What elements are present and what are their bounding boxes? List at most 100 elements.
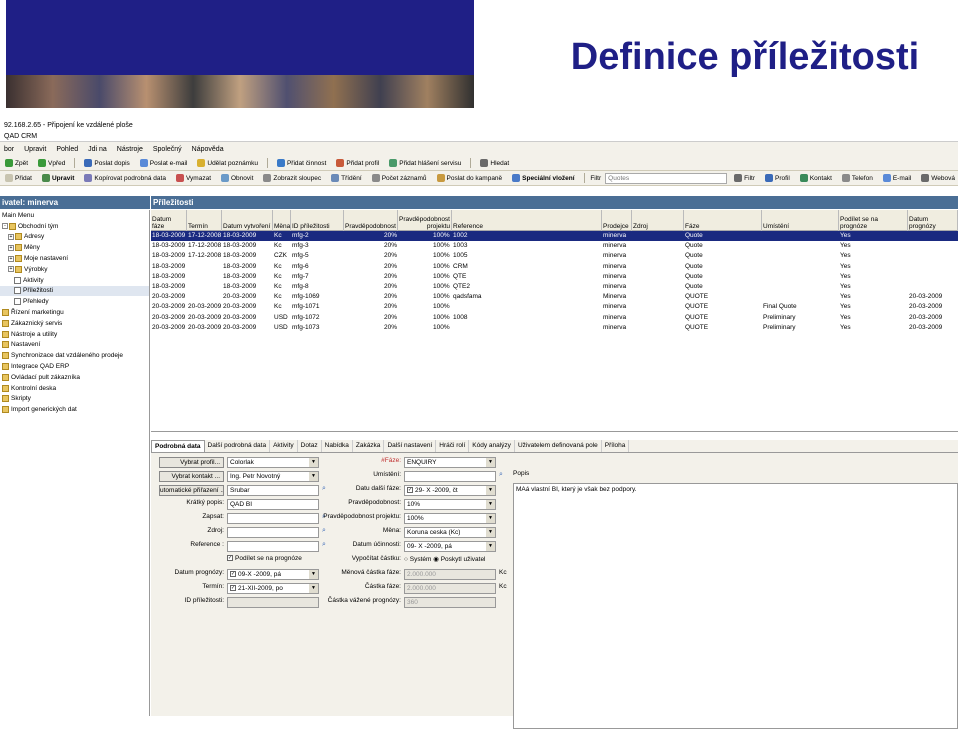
nav-item[interactable]: Synchronizace dat vzdáleného prodeje	[0, 350, 149, 361]
grid-column-header[interactable]: Datum prognózy	[908, 210, 958, 231]
nav-item[interactable]: Přehledy	[0, 296, 149, 307]
tab-5[interactable]: Nabídka	[322, 440, 353, 452]
right-toolbar-button[interactable]: Telefon	[839, 174, 876, 182]
menu-item[interactable]: Nástroje	[117, 146, 143, 153]
tab-6[interactable]: Zakázka	[353, 440, 385, 452]
reference-field[interactable]	[227, 541, 319, 552]
grid-column-header[interactable]: Měna	[273, 210, 291, 231]
right-toolbar-button[interactable]: Profil	[762, 174, 793, 182]
tab-7[interactable]: Další nastavení	[384, 440, 437, 452]
grid-column-header[interactable]: Podílet se na prognóze	[839, 210, 908, 231]
nav-item[interactable]: Zákaznický servis	[0, 318, 149, 329]
chevron-down-icon[interactable]: ▼	[309, 472, 318, 481]
select-profile-button[interactable]: Vybrat profil...	[159, 457, 224, 468]
record-toolbar-button[interactable]: Kopírovat podrobná data	[81, 174, 169, 182]
auto-assign-button[interactable]: utomatické přiřazení ...	[159, 485, 224, 496]
grid-column-header[interactable]: ID příležitosti	[291, 210, 344, 231]
nav-item[interactable]: Import generických dat	[0, 404, 149, 415]
record-toolbar-button[interactable]: Upravit	[39, 174, 77, 182]
record-toolbar-button[interactable]: Vymazat	[173, 174, 214, 182]
tab-10[interactable]: Uživatelem definovaná pole	[515, 440, 602, 452]
record-toolbar-button[interactable]: Počet záznamů	[369, 174, 430, 182]
checkbox[interactable]: ✓	[230, 585, 236, 592]
menu-item[interactable]: Upravit	[24, 146, 46, 153]
tab-9[interactable]: Kódy analýzy	[469, 440, 515, 452]
chevron-down-icon[interactable]: ▼	[486, 458, 495, 467]
nav-item[interactable]: + Adresy	[0, 232, 149, 243]
assignee-field[interactable]: Srubar	[227, 485, 319, 496]
toolbar-button[interactable]: Hledat	[477, 159, 512, 167]
phase-field[interactable]: ENQUIRY ▼	[404, 457, 496, 468]
table-row[interactable]: 20-03-2009 20-03-2009 20-03-2009 USD mfg-107…	[151, 323, 958, 333]
chevron-down-icon[interactable]: ▼	[486, 514, 495, 523]
nav-item[interactable]: Příležitosti	[0, 285, 149, 297]
tab-2[interactable]: Další podrobná data	[205, 440, 271, 452]
enter-field[interactable]	[227, 513, 319, 524]
calculate-radio-group[interactable]: ○ Systém ◉ Poskytl uživatel	[404, 555, 486, 563]
checkbox[interactable]: ✓	[407, 487, 413, 494]
grid-column-header[interactable]: Zdroj	[632, 210, 684, 231]
table-row[interactable]: 20-03-2009 20-03-2009 20-03-2009 USD mfg-107…	[151, 313, 958, 323]
toolbar-button[interactable]: Přidat hlášení servisu	[386, 159, 464, 167]
table-row[interactable]: 18-03-2009 18-03-2009 Kc mfg-6 20% 100% CRM min…	[151, 262, 958, 272]
tab-1[interactable]: Podrobná data	[151, 440, 205, 452]
source-field[interactable]	[227, 527, 319, 538]
tab-11[interactable]: Příloha	[602, 440, 630, 452]
forecast-date-field[interactable]: ✓ 09-X -2009, pá ▼	[227, 569, 319, 580]
nav-item[interactable]: Řízení marketingu	[0, 307, 149, 318]
radio-icon[interactable]: ◉	[431, 556, 440, 563]
project-probability-field[interactable]: 100% ▼	[404, 513, 496, 524]
table-row[interactable]: 20-03-2009 20-03-2009 Kc mfg-1069 20% 100% qad…	[151, 292, 958, 302]
nav-item[interactable]: Kontrolní deska	[0, 383, 149, 394]
contact-field[interactable]: Ing. Petr Novotný ▼	[227, 471, 319, 482]
menu-item[interactable]: Společný	[153, 146, 182, 153]
deadline-field[interactable]: ✓ 21-XII-2009, po ▼	[227, 583, 319, 594]
chevron-down-icon[interactable]: ▼	[309, 584, 318, 593]
menu-item[interactable]: Jdi na	[88, 146, 107, 153]
nav-item[interactable]: + Měny	[0, 242, 149, 253]
right-toolbar-button[interactable]: Filtr	[731, 174, 758, 182]
select-contact-button[interactable]: Vybrat kontakt ...	[159, 471, 224, 482]
nav-item[interactable]: Nástroje a utility	[0, 329, 149, 340]
right-toolbar-button[interactable]: E-mail	[880, 174, 914, 182]
record-toolbar-button[interactable]: Poslat do kampaně	[434, 174, 506, 182]
nav-item[interactable]: - Obchodní tým	[0, 221, 149, 232]
grid-column-header[interactable]: Fáze	[684, 210, 762, 231]
right-toolbar-button[interactable]: Webová	[918, 174, 958, 182]
toolbar-button[interactable]: Přidat profil	[333, 159, 382, 167]
toolbar-button[interactable]: Vpřed	[35, 159, 68, 167]
chevron-down-icon[interactable]: ▼	[486, 486, 495, 495]
next-phase-date-field[interactable]: ✓ 29- X -2009, čt ▼	[404, 485, 496, 496]
table-row[interactable]: 18-03-2009 17-12-2008 18-03-2009 Kc mfg-3 20%…	[151, 241, 958, 251]
effective-date-field[interactable]: 09- X -2009, pá ▼	[404, 541, 496, 552]
lookup-icon[interactable]: ⌕	[499, 471, 507, 479]
toolbar-button[interactable]: Udělat poznámku	[194, 159, 261, 167]
grid-column-header[interactable]: Termín	[187, 210, 222, 231]
tree-expander-icon[interactable]: +	[8, 244, 14, 251]
currency-field[interactable]: Koruna ceska (Kc) ▼	[404, 527, 496, 538]
tab-3[interactable]: Aktivity	[270, 440, 298, 452]
nav-item[interactable]: Integrace QAD ERP	[0, 361, 149, 372]
toolbar-button[interactable]: Zpět	[2, 159, 31, 167]
nav-item[interactable]: + Moje nastavení	[0, 253, 149, 264]
profile-field[interactable]: Colorlak ▼	[227, 457, 319, 468]
table-row[interactable]: 18-03-2009 18-03-2009 Kc mfg-7 20% 100% QTE min…	[151, 272, 958, 282]
record-toolbar-button[interactable]: Přidat	[2, 174, 35, 182]
location-field[interactable]	[404, 471, 496, 482]
filter-input[interactable]: Quotes	[605, 172, 728, 184]
checkbox[interactable]: ✓	[230, 571, 236, 578]
tree-expander-icon[interactable]: +	[8, 255, 14, 262]
table-row[interactable]: 20-03-2009 20-03-2009 20-03-2009 Kc mfg-1071…	[151, 302, 958, 312]
chevron-down-icon[interactable]: ▼	[486, 500, 495, 509]
probability-field[interactable]: 10% ▼	[404, 499, 496, 510]
record-toolbar-button[interactable]: Speciální vložení	[509, 174, 577, 182]
right-toolbar-button[interactable]: Kontakt	[797, 174, 835, 182]
grid-column-header[interactable]: Datum fáze	[151, 210, 187, 231]
tab-4[interactable]: Dotaz	[298, 440, 322, 452]
record-toolbar-button[interactable]: Třídění	[328, 174, 365, 182]
nav-item[interactable]: Aktivity	[0, 275, 149, 286]
notes-textarea[interactable]: MAá vlastní BI, který je však bez podpor…	[513, 483, 958, 729]
nav-item[interactable]: Nastavení	[0, 340, 149, 351]
nav-item[interactable]: + Výrobky	[0, 264, 149, 275]
grid-column-header[interactable]: Prodejce	[602, 210, 632, 231]
